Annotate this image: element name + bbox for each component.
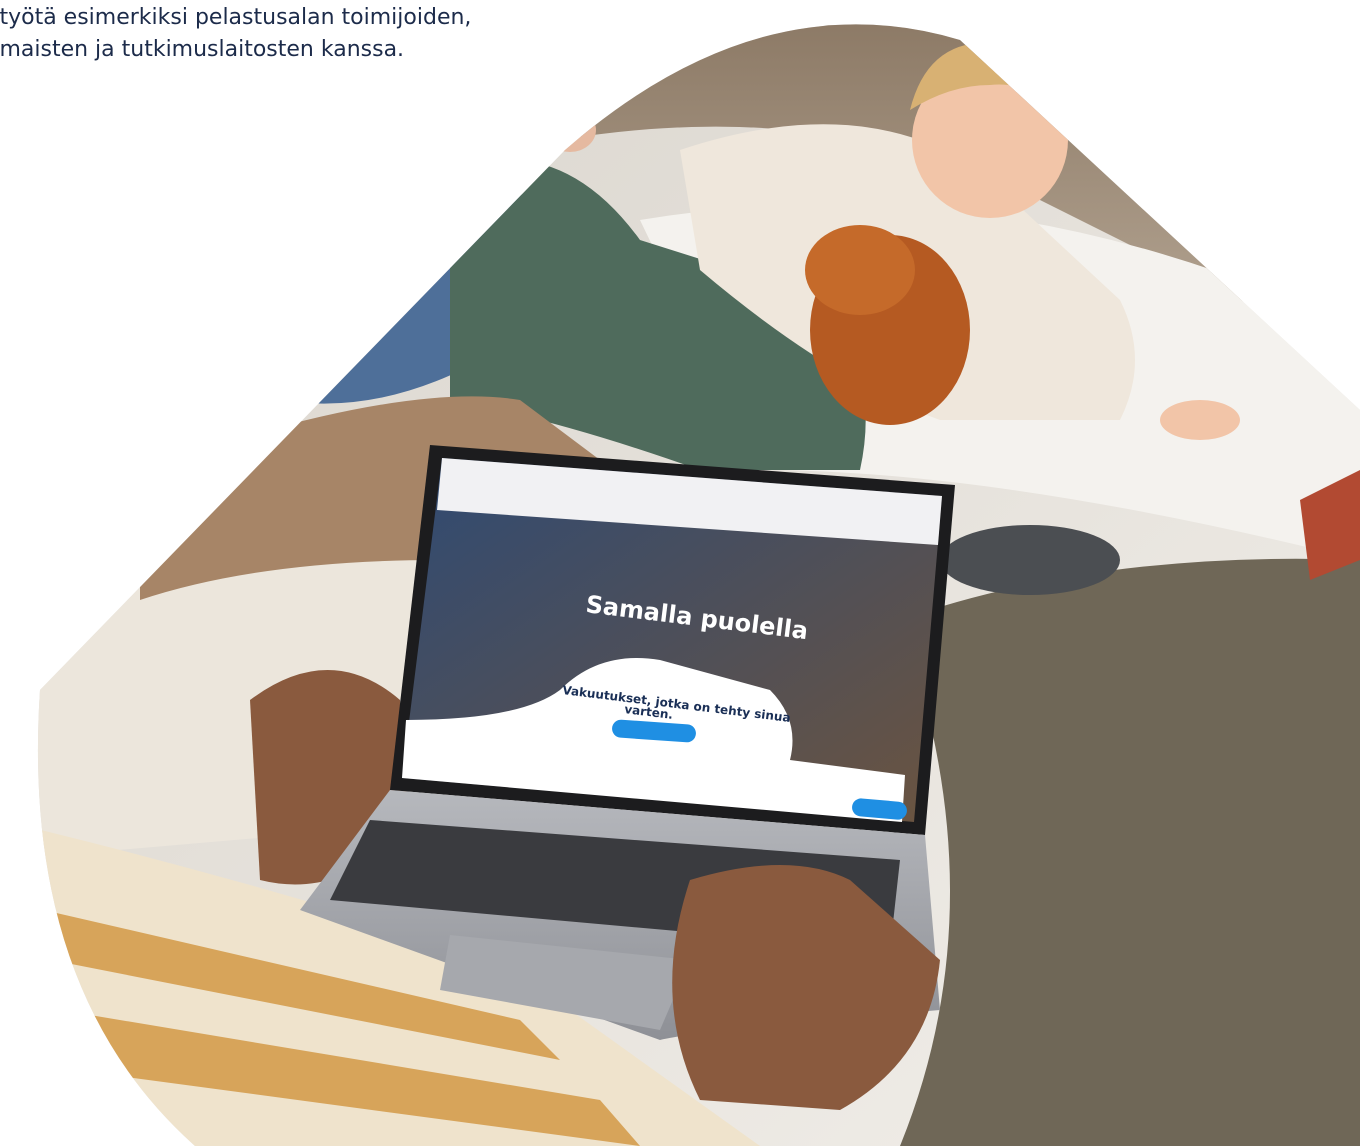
family-laptop-photo: Samalla puolella Vakuutukset, jotka on t… xyxy=(37,24,1360,1146)
laptop-screen xyxy=(390,445,955,835)
